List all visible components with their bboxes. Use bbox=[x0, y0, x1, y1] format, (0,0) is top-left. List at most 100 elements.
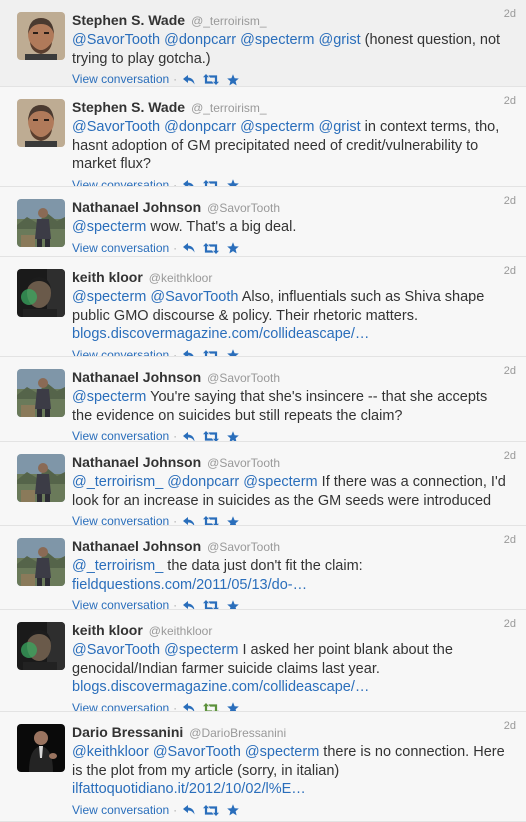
retweet-icon[interactable] bbox=[203, 349, 219, 356]
favorite-star-icon[interactable] bbox=[227, 74, 239, 86]
tweet-item[interactable]: Stephen S. Wade @_terroirism_ 2d @SavorToot… bbox=[0, 0, 526, 87]
mention-link[interactable]: @specterm bbox=[240, 119, 314, 135]
avatar[interactable] bbox=[17, 454, 65, 502]
author-fullname[interactable]: Nathanael Johnson bbox=[72, 454, 201, 470]
mention-link[interactable]: @specterm bbox=[245, 744, 319, 760]
author-fullname[interactable]: Nathanael Johnson bbox=[72, 199, 201, 215]
reply-icon[interactable] bbox=[183, 431, 195, 441]
view-conversation-link[interactable]: View conversation bbox=[72, 348, 169, 357]
reply-icon[interactable] bbox=[183, 600, 195, 609]
retweet-icon[interactable] bbox=[203, 431, 220, 441]
tweet-item[interactable]: Stephen S. Wade @_terroirism_ 2d @SavorToot… bbox=[0, 87, 526, 187]
tweet-timestamp[interactable]: 2d bbox=[504, 450, 516, 462]
avatar[interactable] bbox=[17, 369, 65, 417]
reply-icon[interactable] bbox=[183, 243, 195, 253]
favorite-star-icon[interactable] bbox=[227, 804, 239, 816]
author-username[interactable]: @DarioBressanini bbox=[189, 726, 286, 740]
author-username[interactable]: @SavorTooth bbox=[207, 371, 280, 385]
tweet-timestamp[interactable]: 2d bbox=[504, 720, 516, 732]
mention-link[interactable]: @SavorTooth bbox=[72, 119, 160, 135]
tweet-timestamp[interactable]: 2d bbox=[504, 8, 516, 20]
mention-link[interactable]: @donpcarr bbox=[164, 32, 236, 48]
avatar[interactable] bbox=[17, 622, 65, 670]
mention-link[interactable]: @grist bbox=[318, 119, 360, 135]
mention-link[interactable]: @specterm bbox=[72, 219, 146, 235]
mention-link[interactable]: @specterm bbox=[164, 642, 238, 658]
retweet-icon[interactable] bbox=[203, 600, 220, 609]
avatar[interactable] bbox=[17, 99, 65, 147]
retweet-icon[interactable] bbox=[203, 804, 220, 816]
mention-link[interactable]: @SavorTooth bbox=[72, 32, 160, 48]
view-conversation-link[interactable]: View conversation bbox=[72, 241, 169, 255]
tweet-item[interactable]: keith kloor @keithkloor 2d @SavorTooth @spe… bbox=[0, 610, 526, 712]
author-fullname[interactable]: Stephen S. Wade bbox=[72, 12, 185, 28]
author-username[interactable]: @keithkloor bbox=[149, 271, 213, 285]
tweet-item[interactable]: Nathanael Johnson @SavorTooth 2d @specterm … bbox=[0, 187, 526, 257]
avatar[interactable] bbox=[17, 538, 65, 586]
tweet-timestamp[interactable]: 2d bbox=[504, 195, 516, 207]
avatar[interactable] bbox=[17, 269, 65, 317]
url-link[interactable]: ilfattoquotidiano.it/2012/10/02/l%E… bbox=[72, 781, 306, 797]
reply-icon[interactable] bbox=[183, 516, 195, 525]
avatar[interactable] bbox=[17, 724, 65, 772]
favorite-star-icon[interactable] bbox=[227, 702, 239, 711]
reply-icon[interactable] bbox=[183, 350, 195, 356]
mention-link[interactable]: @specterm bbox=[240, 32, 314, 48]
tweet-timestamp[interactable]: 2d bbox=[504, 534, 516, 546]
mention-link[interactable]: @SavorTooth bbox=[153, 744, 241, 760]
reply-icon[interactable] bbox=[183, 180, 195, 186]
favorite-star-icon[interactable] bbox=[227, 179, 239, 186]
mention-link[interactable]: @specterm bbox=[72, 289, 146, 305]
retweet-icon[interactable] bbox=[203, 179, 219, 186]
tweet-item[interactable]: Nathanael Johnson @SavorTooth 2d @_terroiri… bbox=[0, 526, 526, 610]
author-username[interactable]: @keithkloor bbox=[149, 624, 213, 638]
tweet-timestamp[interactable]: 2d bbox=[504, 265, 516, 277]
mention-link[interactable]: @specterm bbox=[243, 474, 317, 490]
view-conversation-link[interactable]: View conversation bbox=[72, 429, 169, 441]
tweet-timestamp[interactable]: 2d bbox=[504, 95, 516, 107]
mention-link[interactable]: @specterm bbox=[72, 389, 146, 405]
author-username[interactable]: @_terroirism_ bbox=[191, 101, 267, 115]
mention-link[interactable]: @donpcarr bbox=[167, 474, 239, 490]
url-link[interactable]: blogs.discovermagazine.com/collideascape… bbox=[72, 679, 369, 695]
author-fullname[interactable]: Nathanael Johnson bbox=[72, 538, 201, 554]
tweet-item[interactable]: Nathanael Johnson @SavorTooth 2d @_terroiri… bbox=[0, 442, 526, 526]
view-conversation-link[interactable]: View conversation bbox=[72, 514, 169, 525]
favorite-star-icon[interactable] bbox=[227, 516, 239, 525]
author-username[interactable]: @_terroirism_ bbox=[191, 14, 267, 28]
retweet-icon[interactable] bbox=[203, 242, 220, 254]
url-link[interactable]: blogs.discovermagazine.com/collideascape… bbox=[72, 326, 369, 342]
tweet-item[interactable]: Dario Bressanini @DarioBressanini 2d @keith… bbox=[0, 712, 526, 822]
mention-link[interactable]: @keithkloor bbox=[72, 744, 149, 760]
view-conversation-link[interactable]: View conversation bbox=[72, 598, 169, 609]
retweet-icon[interactable] bbox=[203, 74, 220, 86]
reply-icon[interactable] bbox=[183, 805, 195, 815]
reply-icon[interactable] bbox=[183, 74, 195, 85]
mention-link[interactable]: @_terroirism_ bbox=[72, 474, 163, 490]
url-link[interactable]: fieldquestions.com/2011/05/13/do-… bbox=[72, 577, 307, 593]
author-fullname[interactable]: keith kloor bbox=[72, 269, 143, 285]
author-username[interactable]: @SavorTooth bbox=[207, 540, 280, 554]
favorite-star-icon[interactable] bbox=[227, 431, 239, 441]
mention-link[interactable]: @_terroirism_ bbox=[72, 558, 163, 574]
avatar[interactable] bbox=[17, 12, 65, 60]
favorite-star-icon[interactable] bbox=[227, 349, 239, 356]
author-fullname[interactable]: keith kloor bbox=[72, 622, 143, 638]
author-username[interactable]: @SavorTooth bbox=[207, 456, 280, 470]
mention-link[interactable]: @donpcarr bbox=[164, 119, 236, 135]
view-conversation-link[interactable]: View conversation bbox=[72, 72, 169, 86]
view-conversation-link[interactable]: View conversation bbox=[72, 701, 169, 712]
reply-icon[interactable] bbox=[183, 703, 195, 711]
retweet-icon[interactable] bbox=[203, 702, 220, 711]
avatar[interactable] bbox=[17, 199, 65, 247]
author-username[interactable]: @SavorTooth bbox=[207, 201, 280, 215]
retweet-icon[interactable] bbox=[203, 516, 220, 525]
author-fullname[interactable]: Nathanael Johnson bbox=[72, 369, 201, 385]
view-conversation-link[interactable]: View conversation bbox=[72, 803, 169, 817]
mention-link[interactable]: @grist bbox=[318, 32, 360, 48]
favorite-star-icon[interactable] bbox=[227, 242, 239, 254]
mention-link[interactable]: @SavorTooth bbox=[72, 642, 160, 658]
favorite-star-icon[interactable] bbox=[227, 600, 239, 609]
author-fullname[interactable]: Stephen S. Wade bbox=[72, 99, 185, 115]
tweet-timestamp[interactable]: 2d bbox=[504, 618, 516, 630]
